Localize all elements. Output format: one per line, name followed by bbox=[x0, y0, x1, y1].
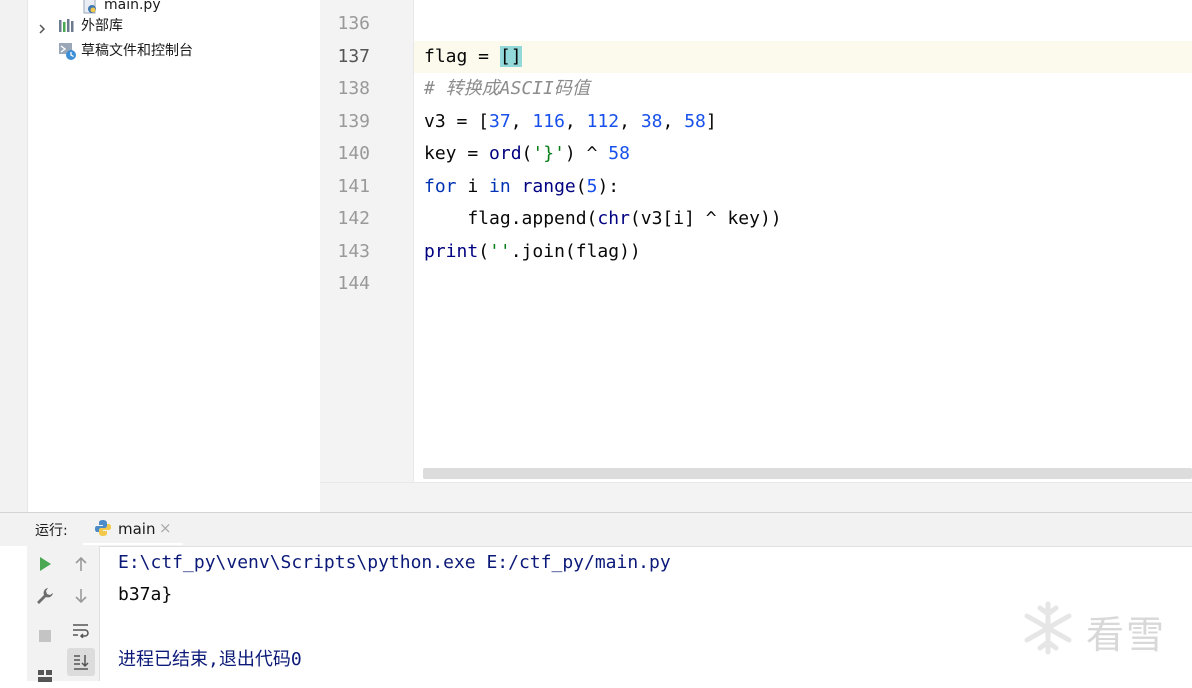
line-number: 136 bbox=[337, 13, 370, 34]
code-line-143[interactable]: print(''.join(flag)) bbox=[424, 236, 641, 268]
code-text: (v3[i] ^ key)) bbox=[629, 208, 782, 229]
code-text: ) ^ bbox=[564, 143, 609, 164]
rerun-icon[interactable] bbox=[33, 552, 57, 576]
code-text: ( bbox=[521, 143, 533, 164]
code-text: , bbox=[662, 111, 685, 132]
builtin-function: chr bbox=[597, 208, 630, 229]
tree-item-label: 外部库 bbox=[81, 18, 123, 34]
layout-icon[interactable] bbox=[33, 664, 57, 688]
code-line-137[interactable]: flag = [] bbox=[424, 41, 522, 73]
number-literal: 5 bbox=[586, 176, 598, 197]
code-text: , bbox=[619, 111, 641, 132]
stop-icon[interactable] bbox=[33, 624, 57, 648]
line-number: 139 bbox=[337, 111, 370, 132]
bracket-match-highlight: [] bbox=[499, 46, 522, 67]
horizontal-scrollbar[interactable] bbox=[423, 468, 1192, 479]
code-text: key = bbox=[424, 143, 490, 164]
chevron-right-icon[interactable] bbox=[36, 20, 48, 34]
code-text: ( bbox=[478, 241, 490, 262]
console-exit-message: 进程已结束,退出代码0 bbox=[118, 649, 302, 670]
string-literal: '' bbox=[489, 241, 511, 262]
project-tool-strip bbox=[0, 0, 28, 512]
run-toolbar-primary bbox=[27, 546, 64, 682]
number-literal: 112 bbox=[586, 111, 620, 132]
console-output-result: b37a} bbox=[118, 584, 173, 605]
line-number: 142 bbox=[337, 208, 370, 229]
library-icon bbox=[58, 18, 76, 34]
arrow-up-icon[interactable] bbox=[69, 552, 93, 576]
scratches-icon bbox=[58, 41, 78, 61]
run-tab-active-indicator bbox=[83, 543, 183, 545]
python-file-icon bbox=[82, 0, 98, 14]
code-text: .join(flag)) bbox=[510, 241, 641, 262]
code-text: flag = bbox=[424, 46, 500, 67]
line-number: 144 bbox=[337, 273, 370, 294]
code-text: ] bbox=[705, 111, 717, 132]
code-text: flag.append( bbox=[424, 208, 598, 229]
string-literal: '}' bbox=[532, 143, 565, 164]
editor-bottom-bar bbox=[320, 482, 1192, 513]
code-text: i bbox=[456, 176, 490, 197]
code-text: ( bbox=[575, 176, 587, 197]
line-number: 143 bbox=[337, 241, 370, 262]
tree-item-label: main.py bbox=[104, 0, 161, 13]
number-literal: 38 bbox=[640, 111, 663, 132]
tree-item-label: 草稿文件和控制台 bbox=[81, 43, 193, 59]
line-number: 138 bbox=[337, 78, 370, 99]
editor-gutter: 136 137 138 139 140 141 142 143 144 bbox=[320, 0, 414, 482]
run-panel-edge bbox=[0, 546, 27, 681]
builtin-function: range bbox=[521, 176, 576, 197]
code-text: ): bbox=[597, 176, 620, 197]
code-line-139[interactable]: v3 = [37, 116, 112, 38, 58] bbox=[424, 106, 717, 138]
soft-wrap-icon[interactable] bbox=[69, 618, 93, 642]
watermark-text: 看雪 bbox=[1086, 613, 1167, 657]
snowflake-logo-icon bbox=[1020, 600, 1076, 656]
close-icon[interactable]: × bbox=[159, 519, 172, 537]
number-literal: 116 bbox=[532, 111, 565, 132]
run-toolbar-secondary bbox=[63, 546, 100, 681]
code-line-141[interactable]: for i in range(5): bbox=[424, 171, 619, 203]
code-text: v3 = [ bbox=[424, 111, 490, 132]
current-line-highlight bbox=[414, 41, 1192, 73]
code-line-138-comment[interactable]: # 转换成ASCII码值 bbox=[424, 73, 590, 105]
builtin-function: ord bbox=[489, 143, 522, 164]
code-line-142[interactable]: flag.append(chr(v3[i] ^ key)) bbox=[424, 203, 782, 235]
line-number: 141 bbox=[337, 176, 370, 197]
builtin-function: print bbox=[424, 241, 479, 262]
line-number-current: 137 bbox=[337, 46, 370, 67]
code-line-140[interactable]: key = ord('}') ^ 58 bbox=[424, 138, 630, 170]
scroll-to-end-icon[interactable] bbox=[67, 648, 95, 676]
keyword: for bbox=[424, 176, 457, 197]
code-text: , bbox=[564, 111, 587, 132]
line-number: 140 bbox=[337, 143, 370, 164]
code-text: , bbox=[510, 111, 533, 132]
arrow-down-icon[interactable] bbox=[69, 584, 93, 608]
keyword: in bbox=[489, 176, 511, 197]
wrench-icon[interactable] bbox=[33, 584, 57, 608]
run-tab-label: main bbox=[118, 520, 156, 538]
python-icon bbox=[94, 519, 112, 537]
console-command-line: E:\ctf_py\venv\Scripts\python.exe E:/ctf… bbox=[118, 552, 671, 573]
run-panel-title: 运行: bbox=[35, 523, 68, 539]
number-literal: 58 bbox=[608, 143, 630, 164]
number-literal: 58 bbox=[684, 111, 706, 132]
project-panel bbox=[0, 0, 320, 512]
number-literal: 37 bbox=[489, 111, 511, 132]
